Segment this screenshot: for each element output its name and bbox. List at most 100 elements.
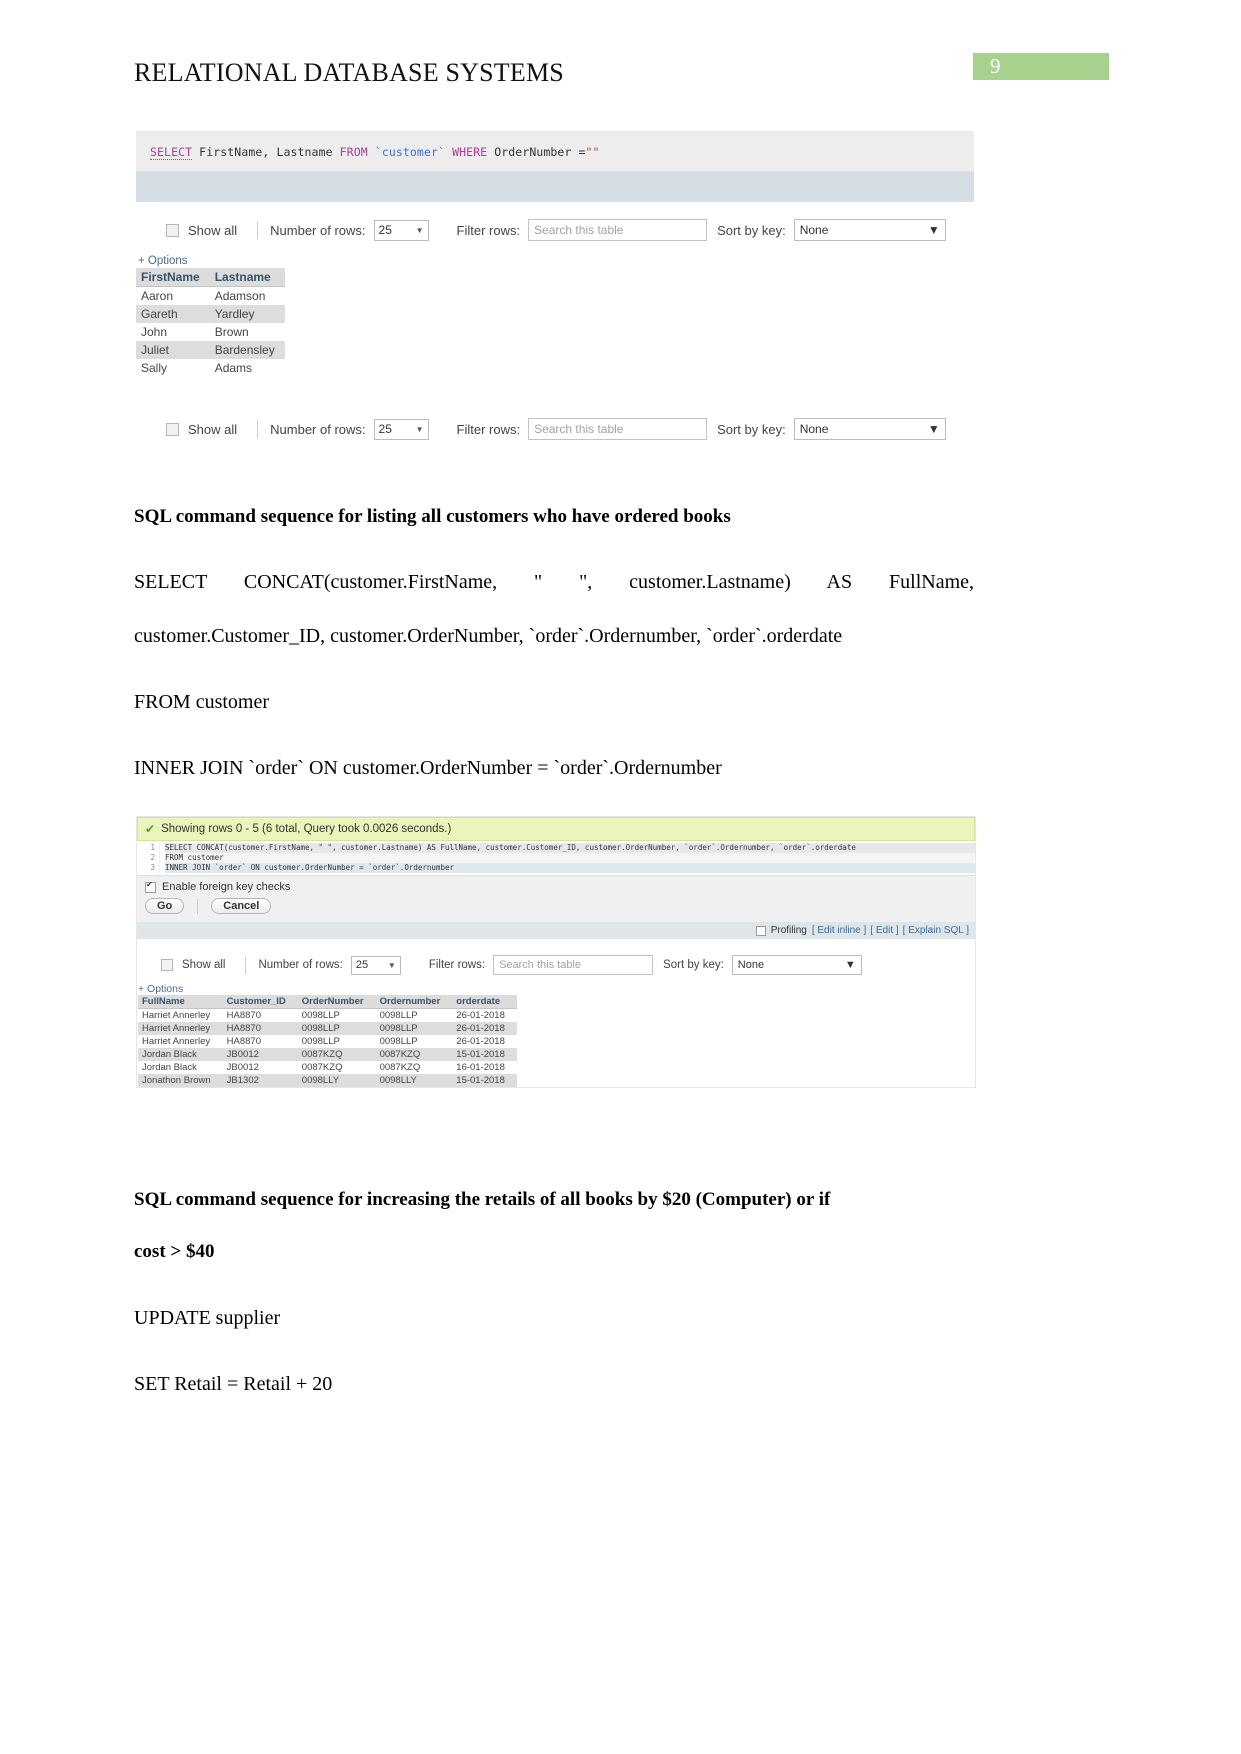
- query-success-banner: ✔ Showing rows 0 - 5 (6 total, Query too…: [137, 817, 975, 841]
- show-all-label-second: Show all: [182, 959, 226, 972]
- enable-foreign-key-checks-checkbox[interactable]: [145, 880, 156, 893]
- section1-query-line-2: customer.Customer_ID, customer.OrderNumb…: [134, 625, 843, 647]
- sort-by-key-label-top: Sort by key:: [717, 222, 786, 238]
- sort-by-key-select-bottom[interactable]: None ▼: [793, 418, 946, 440]
- table-row: Juliet Bardensley: [136, 341, 285, 359]
- table-row: Aaron Adamson: [136, 286, 285, 305]
- page-number: 9: [990, 54, 1001, 78]
- cell-lastname: Brown: [209, 323, 285, 341]
- enable-foreign-key-checks-label: Enable foreign key checks: [162, 881, 291, 894]
- column-header-firstname[interactable]: FirstName: [136, 268, 210, 287]
- cell-customer-id: JB0012: [222, 1048, 298, 1062]
- table-row: Harriet Annerley HA8870 0098LLP 0098LLP …: [138, 1008, 517, 1023]
- table-header-row: FirstName Lastname: [136, 268, 285, 287]
- cancel-button[interactable]: Cancel: [211, 898, 272, 915]
- sql-code-viewer: 1 2 3 SELECT CONCAT(customer.FirstName, …: [137, 841, 975, 877]
- cell-ordernumber-order: 0087KZQ: [375, 1061, 453, 1075]
- line-number: 1: [150, 843, 155, 852]
- cell-lastname: Adamson: [209, 286, 285, 305]
- line-number: 3: [150, 863, 155, 873]
- cell-fullname: Harriet Annerley: [138, 1008, 223, 1023]
- cell-ordernumber-customer: 0098LLP: [297, 1008, 376, 1023]
- cell-ordernumber-order: 0098LLY: [375, 1074, 453, 1088]
- controls-row-second: Show all Number of rows: 25 ▼ Filter row…: [137, 949, 975, 979]
- sort-by-key-label-bottom: Sort by key:: [717, 421, 786, 437]
- cell-firstname: Juliet: [136, 341, 210, 359]
- cell-customer-id: HA8870: [222, 1022, 298, 1036]
- chevron-down-icon: ▼: [415, 424, 424, 434]
- edit-link[interactable]: [ Edit ]: [870, 925, 898, 936]
- section1-query-line-1: SELECT CONCAT(customer.FirstName, " ", c…: [134, 571, 974, 593]
- cell-ordernumber-order: 0098LLP: [375, 1035, 453, 1049]
- sort-by-key-select-top[interactable]: None ▼: [793, 219, 946, 241]
- table-row: Jordan Black JB0012 0087KZQ 0087KZQ 16-0…: [138, 1061, 517, 1075]
- table-row: Harriet Annerley HA8870 0098LLP 0098LLP …: [138, 1022, 517, 1036]
- table-row: Sally Adams: [136, 359, 285, 377]
- column-header-lastname[interactable]: Lastname: [209, 268, 285, 287]
- show-all-checkbox-top[interactable]: [166, 223, 179, 237]
- divider: [257, 221, 259, 239]
- cell-orderdate: 15-01-2018: [452, 1048, 517, 1062]
- cell-orderdate: 26-01-2018: [452, 1035, 517, 1049]
- cell-customer-id: JB0012: [222, 1061, 298, 1075]
- cell-ordernumber-order: 0098LLP: [375, 1008, 453, 1023]
- divider: [245, 956, 247, 974]
- profiling-checkbox[interactable]: [755, 925, 766, 936]
- show-all-checkbox-second[interactable]: [161, 959, 173, 972]
- sql-keyword-where: WHERE: [452, 145, 488, 159]
- cell-lastname: Bardensley: [209, 341, 285, 359]
- filter-rows-input-second[interactable]: Search this table: [493, 955, 654, 976]
- sql-keyword-select: SELECT: [150, 145, 193, 160]
- edit-inline-link[interactable]: [ Edit inline ]: [812, 925, 866, 936]
- column-header-fullname[interactable]: FullName: [138, 995, 223, 1010]
- number-of-rows-value-top: 25: [378, 223, 392, 237]
- sql-table-name: `customer`: [367, 145, 453, 159]
- options-toggle-link-first[interactable]: + Options: [136, 255, 974, 267]
- filter-rows-placeholder-top: Search this table: [534, 223, 624, 237]
- code-line-content[interactable]: SELECT CONCAT(customer.FirstName, " ", c…: [160, 843, 975, 874]
- sql-query-text: SELECT FirstName, Lastname FROM `custome…: [150, 145, 960, 160]
- section-heading-1: SQL command sequence for listing all cus…: [134, 506, 731, 527]
- check-icon: ✔: [145, 822, 156, 836]
- cell-firstname: John: [136, 323, 210, 341]
- query-button-row: Go Cancel: [137, 895, 975, 923]
- foreign-key-row: Enable foreign key checks: [137, 876, 975, 896]
- section1-query-line-3: FROM customer: [134, 691, 269, 713]
- divider: [197, 898, 199, 914]
- sort-by-key-select-second[interactable]: None ▼: [731, 955, 862, 976]
- cell-fullname: Jonathon Brown: [138, 1074, 223, 1088]
- cell-fullname: Harriet Annerley: [138, 1035, 223, 1049]
- number-of-rows-select-second[interactable]: 25 ▼: [350, 955, 401, 975]
- phpmyadmin-screenshot-second: ✔ Showing rows 0 - 5 (6 total, Query too…: [136, 816, 976, 1089]
- cell-customer-id: JB1302: [222, 1074, 298, 1088]
- section-heading-2-line-1: SQL command sequence for increasing the …: [134, 1189, 831, 1210]
- result-controls-second: Show all Number of rows: 25 ▼ Filter row…: [137, 939, 975, 1088]
- result-controls-top: Show all Number of rows: 25 ▼ Filter row…: [136, 202, 974, 247]
- sql-fields: FirstName, Lastname: [192, 145, 340, 159]
- show-all-checkbox-bottom[interactable]: [166, 422, 179, 436]
- page-header: RELATIONAL DATABASE SYSTEMS: [134, 58, 1111, 98]
- query-success-text: Showing rows 0 - 5 (6 total, Query took …: [161, 823, 452, 835]
- profiling-label: Profiling: [770, 925, 807, 937]
- cell-ordernumber-customer: 0098LLY: [297, 1074, 376, 1088]
- options-toggle-link-second[interactable]: + Options: [137, 983, 975, 995]
- cell-customer-id: HA8870: [222, 1008, 298, 1023]
- go-button[interactable]: Go: [145, 898, 185, 915]
- column-header-ordernumber-customer[interactable]: OrderNumber: [297, 995, 376, 1010]
- explain-sql-link[interactable]: [ Explain SQL ]: [903, 925, 969, 936]
- section2-query-line-2: SET Retail = Retail + 20: [134, 1373, 333, 1395]
- table-row: Jordan Black JB0012 0087KZQ 0087KZQ 15-0…: [138, 1048, 517, 1062]
- column-header-customer-id[interactable]: Customer_ID: [222, 995, 298, 1010]
- table-row: John Brown: [136, 323, 285, 341]
- filter-rows-label-second: Filter rows:: [428, 959, 486, 972]
- filter-rows-input-bottom[interactable]: Search this table: [528, 418, 708, 440]
- column-header-orderdate[interactable]: orderdate: [452, 995, 517, 1010]
- number-of-rows-value-second: 25: [355, 959, 369, 972]
- column-header-ordernumber-order[interactable]: Ordernumber: [375, 995, 453, 1010]
- chevron-down-icon: ▼: [387, 960, 396, 970]
- filter-rows-input-top[interactable]: Search this table: [528, 219, 708, 241]
- number-of-rows-select-bottom[interactable]: 25 ▼: [373, 418, 429, 440]
- cell-lastname: Adams: [209, 359, 285, 377]
- number-of-rows-select-top[interactable]: 25 ▼: [373, 219, 429, 241]
- cell-firstname: Aaron: [136, 286, 210, 305]
